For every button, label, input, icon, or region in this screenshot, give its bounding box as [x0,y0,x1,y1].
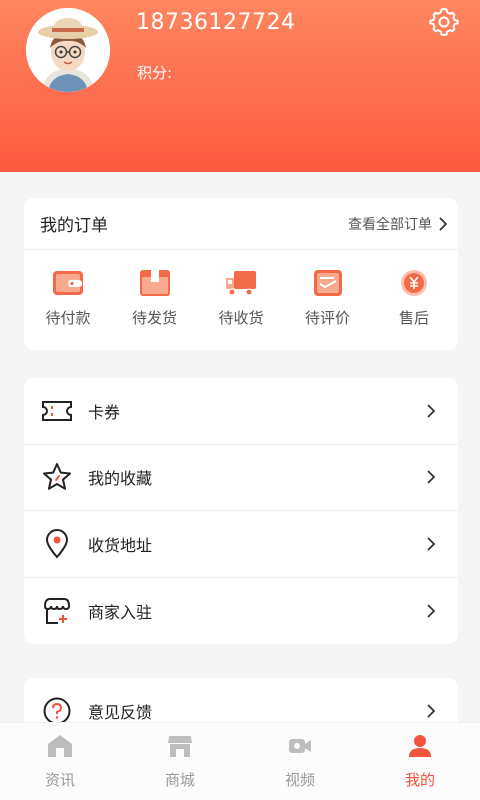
chevron-right-icon [427,704,436,718]
view-all-orders-link[interactable]: 查看全部订单 [348,214,448,234]
profile-header: 18736127724 积分: [0,0,480,172]
chevron-right-icon [427,604,436,618]
review-icon [313,270,342,296]
settings-gear-icon[interactable] [429,7,459,37]
orders-title: 我的订单 [40,216,108,236]
chevron-right-icon [427,470,436,484]
orders-card: 我的订单 查看全部订单 待付款 待发货 待收货 待评价 售后 [24,198,458,350]
order-status-after-sales[interactable]: 售后 [376,268,452,328]
truck-icon [226,271,256,296]
tab-video[interactable]: 视频 [240,723,360,800]
orders-header: 我的订单 查看全部订单 [24,198,458,250]
video-icon [289,739,311,753]
package-icon [139,270,170,296]
order-status-pending-review[interactable]: 待评价 [290,268,366,328]
chevron-right-icon [439,216,448,231]
menu-item-merchant[interactable]: 商家入驻 [24,578,458,645]
user-icon [409,735,431,757]
menu-item-label: 卡券 [88,402,121,422]
menu-item-address[interactable]: 收货地址 [24,511,458,578]
order-status-pending-payment[interactable]: 待付款 [30,268,106,328]
location-pin-icon [40,527,74,561]
menu-item-favorites[interactable]: 我的收藏 [24,445,458,511]
menu-item-label: 商家入驻 [88,602,153,622]
tab-mine[interactable]: 我的 [360,723,480,800]
chevron-right-icon [427,537,436,551]
tab-shop[interactable]: 商城 [120,723,240,800]
view-all-label: 查看全部订单 [348,216,432,233]
order-status-label: 待付款 [45,309,91,327]
chevron-right-icon [427,404,436,418]
shop-icon [168,736,192,757]
tab-label: 我的 [404,771,435,789]
order-status-pending-receipt[interactable]: 待收货 [203,268,279,328]
bottom-tab-bar: 资讯 商城 视频 我的 [0,722,480,800]
order-status-label: 待收货 [218,309,264,327]
menu-card: 卡券 我的收藏 收货地址 商家入驻 [24,378,458,644]
ticket-icon [40,394,74,428]
tab-label: 商城 [164,771,195,789]
wallet-icon [53,271,83,295]
star-icon [40,460,74,494]
points-label: 积分: [137,64,173,82]
refund-icon [401,270,427,296]
menu-item-coupons[interactable]: 卡券 [24,378,458,445]
tab-label: 视频 [284,771,315,789]
user-phone: 18736127724 [136,10,296,35]
home-icon [48,735,72,757]
tab-label: 资讯 [44,771,75,789]
avatar[interactable] [26,8,110,92]
order-status-label: 待评价 [304,309,350,327]
order-status-pending-shipment[interactable]: 待发货 [117,268,193,328]
order-status-label: 售后 [398,309,429,327]
menu-item-label: 收货地址 [88,535,153,555]
menu-item-label: 意见反馈 [88,703,153,723]
tab-news[interactable]: 资讯 [0,723,120,800]
order-status-label: 待发货 [131,309,177,327]
menu-item-label: 我的收藏 [88,469,153,489]
store-plus-icon [40,594,74,628]
